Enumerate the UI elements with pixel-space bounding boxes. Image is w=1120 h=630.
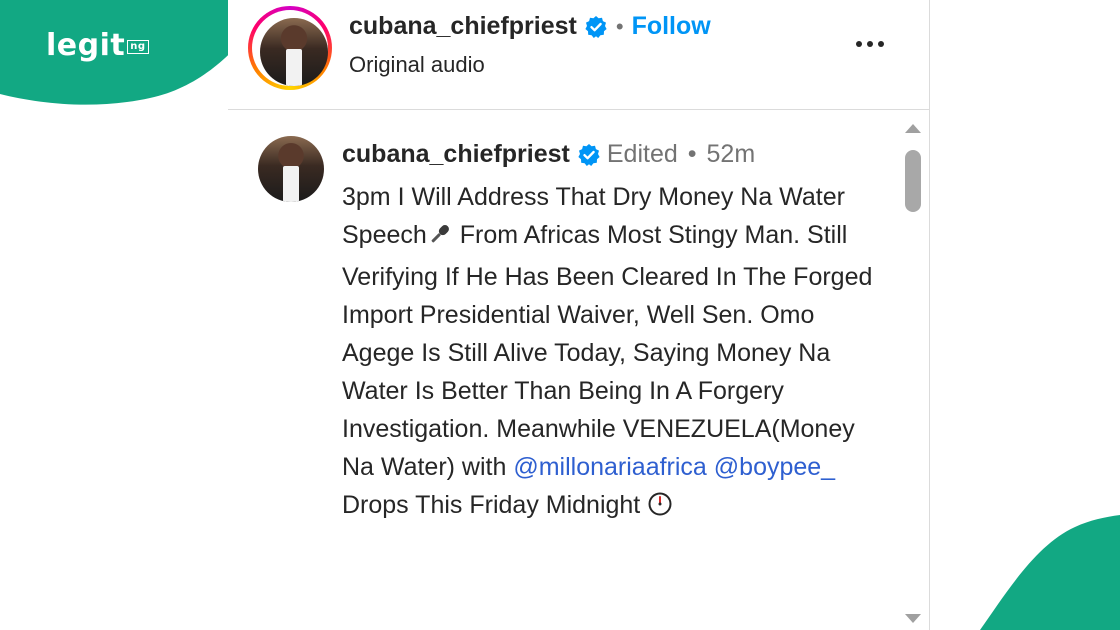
audio-label[interactable]: Original audio — [349, 52, 485, 78]
more-options-icon[interactable] — [850, 24, 890, 64]
header-username[interactable]: cubana_chiefpriest — [349, 12, 577, 41]
follow-button[interactable]: Follow — [632, 12, 711, 41]
comment-avatar[interactable] — [258, 136, 324, 202]
scroll-down-arrow-icon[interactable] — [905, 614, 921, 623]
microphone-icon — [427, 220, 453, 258]
story-ring[interactable] — [248, 6, 332, 90]
scrollbar[interactable] — [900, 114, 926, 630]
legit-logo: legit ng — [46, 28, 149, 63]
comment-header: cubana_chiefpriest Edited • 52m — [342, 140, 755, 169]
comment-text: 3pm I Will Address That Dry Money Na Wat… — [342, 178, 877, 528]
clock-icon — [647, 490, 673, 528]
scroll-thumb[interactable] — [905, 150, 921, 212]
comment-meta: Edited • 52m — [606, 140, 756, 168]
mention-link[interactable]: @millonariaafrica — [513, 453, 707, 481]
avatar[interactable] — [260, 18, 328, 86]
mention-link[interactable]: @boypee_ — [714, 453, 835, 481]
comment-time[interactable]: 52m — [707, 140, 756, 168]
verified-badge-icon — [577, 143, 601, 167]
comment-username[interactable]: cubana_chiefpriest — [342, 140, 570, 169]
header-user-line: cubana_chiefpriest • Follow — [349, 12, 711, 41]
post-header: cubana_chiefpriest • Follow Original aud… — [228, 0, 930, 110]
caption-comment: cubana_chiefpriest Edited • 52m 3pm I Will… — [228, 110, 908, 630]
verified-badge-icon — [584, 15, 608, 39]
scroll-up-arrow-icon[interactable] — [905, 124, 921, 133]
post-panel: cubana_chiefpriest • Follow Original aud… — [228, 0, 930, 630]
separator-dot: • — [615, 13, 624, 39]
edited-label: Edited — [606, 140, 678, 168]
corner-decoration — [980, 515, 1120, 630]
